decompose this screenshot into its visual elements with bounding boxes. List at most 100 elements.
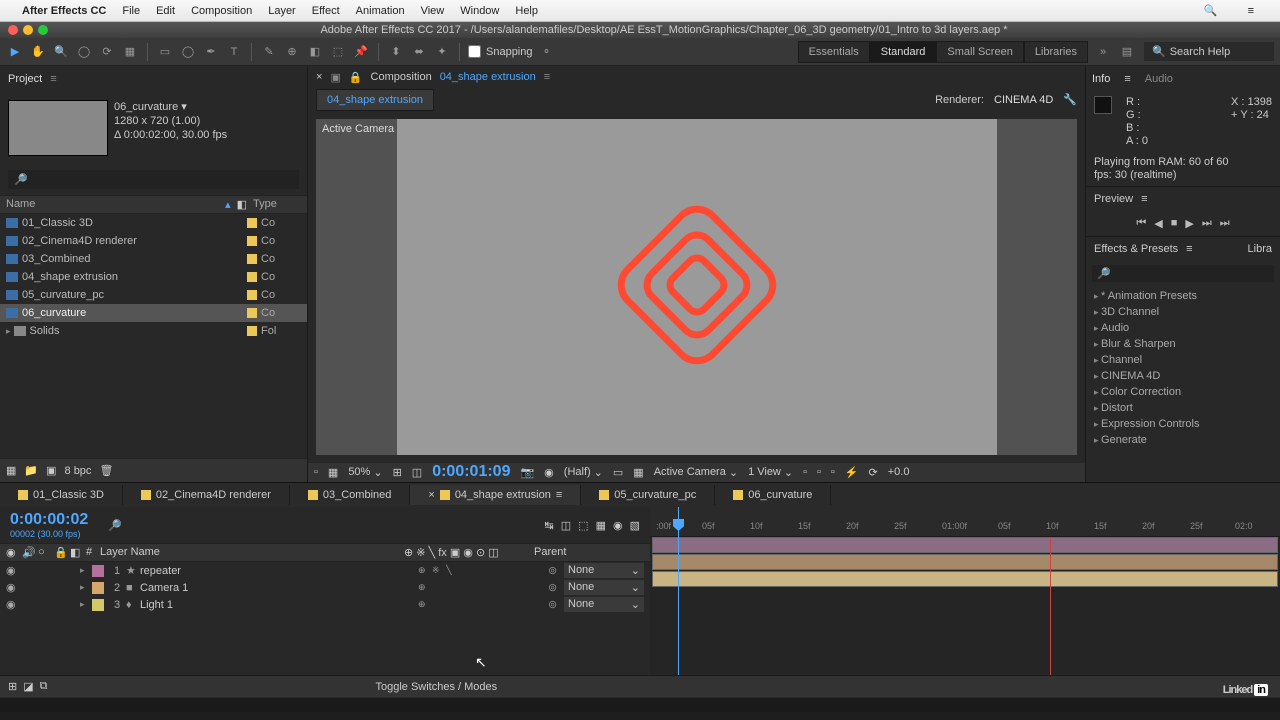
zoom-dropdown[interactable]: 50%⌄ <box>348 466 382 479</box>
zoom-tool[interactable]: 🔍 <box>52 43 70 61</box>
parent-dropdown[interactable]: None⌄ <box>564 597 644 612</box>
selection-tool[interactable]: ▶ <box>6 43 24 61</box>
ellipse-tool[interactable]: ◯ <box>179 43 197 61</box>
sort-indicator-icon[interactable]: ▴ <box>225 198 231 211</box>
timeline-layer-row[interactable]: ◉▸ 1 ★ repeater ⊕ ※ ╲ ⊚ None⌄ <box>0 562 650 579</box>
exposure-value[interactable]: +0.0 <box>888 466 910 478</box>
workspace-standard[interactable]: Standard <box>870 41 937 63</box>
pixel-aspect-icon[interactable]: ▫ <box>831 466 835 478</box>
effect-category[interactable]: Audio <box>1086 320 1280 336</box>
eye-col-icon[interactable]: ◉ <box>6 546 22 559</box>
res-grid-icon[interactable]: ⊞ <box>393 466 402 479</box>
time-ruler[interactable]: :00f 05f 10f 15f 20f 25f 01:00f 05f 10f … <box>650 507 1280 537</box>
timeline-timecode[interactable]: 0:00:00:02 <box>10 511 88 529</box>
transparency-icon[interactable]: ▦ <box>633 466 643 479</box>
snapshot-icon[interactable]: 📷 <box>520 466 534 479</box>
parent-dropdown[interactable]: None⌄ <box>564 563 644 578</box>
project-tab[interactable]: Project <box>8 73 42 85</box>
layer-bar[interactable] <box>652 571 1278 587</box>
menu-window[interactable]: Window <box>460 5 499 17</box>
lock-icon[interactable]: 🔒 <box>349 71 363 84</box>
timeline-tab[interactable]: 02_Cinema4D renderer <box>123 485 290 505</box>
project-item[interactable]: 01_Classic 3DCo <box>0 214 307 232</box>
draft-3d-icon[interactable]: ◫ <box>561 519 571 532</box>
label-col-icon[interactable]: ◧ <box>70 546 86 559</box>
bpc-button[interactable]: 8 bpc <box>65 465 92 477</box>
project-item-folder[interactable]: ▸SolidsFol <box>0 322 307 340</box>
comp-mini-flowchart-icon[interactable]: ↹ <box>545 519 554 532</box>
timeline-layer-row[interactable]: ◉▸ 3 ♦ Light 1 ⊕ ⊚ None⌄ <box>0 596 650 613</box>
solo-col-icon[interactable]: ○ <box>38 546 54 559</box>
new-comp-icon[interactable]: ▣ <box>46 464 56 477</box>
menu-extras-icon[interactable]: ≡ <box>1248 5 1254 17</box>
info-panel-menu-icon[interactable]: ≡ <box>1124 73 1130 85</box>
pickwhip-icon[interactable]: ⊚ <box>548 598 564 611</box>
timeline-search-icon[interactable]: 🔎 <box>108 519 122 532</box>
type-tool[interactable]: T <box>225 43 243 61</box>
effect-category[interactable]: Distort <box>1086 400 1280 416</box>
lock-col-icon[interactable]: 🔒 <box>54 546 70 559</box>
composition-viewport[interactable]: Active Camera <box>316 119 1077 455</box>
camera-tool[interactable]: ▦ <box>121 43 139 61</box>
views-dropdown[interactable]: 1 View⌄ <box>748 466 793 479</box>
visibility-toggle[interactable]: ◉ <box>6 598 22 611</box>
project-search-input[interactable]: 🔎 <box>8 170 299 189</box>
menu-layer[interactable]: Layer <box>268 5 296 17</box>
effect-category[interactable]: CINEMA 4D <box>1086 368 1280 384</box>
roi-icon[interactable]: ▭ <box>613 466 623 479</box>
info-tab[interactable]: Info <box>1092 73 1110 85</box>
menu-animation[interactable]: Animation <box>356 5 405 17</box>
timeline-track-area[interactable]: :00f 05f 10f 15f 20f 25f 01:00f 05f 10f … <box>650 507 1280 675</box>
menu-help[interactable]: Help <box>515 5 538 17</box>
workspace-libraries[interactable]: Libraries <box>1024 41 1088 63</box>
hide-shy-icon[interactable]: ⬚ <box>578 519 588 532</box>
timeline-icon[interactable]: ⟳ <box>869 466 878 479</box>
effect-category[interactable]: Channel <box>1086 352 1280 368</box>
camera-dropdown[interactable]: Active Camera⌄ <box>654 466 738 479</box>
visibility-toggle[interactable]: ◉ <box>6 581 22 594</box>
workspace-essentials[interactable]: Essentials <box>798 41 870 63</box>
menu-view[interactable]: View <box>421 5 445 17</box>
rect-tool[interactable]: ▭ <box>156 43 174 61</box>
project-item[interactable]: 03_CombinedCo <box>0 250 307 268</box>
menu-effect[interactable]: Effect <box>312 5 340 17</box>
spotlight-icon[interactable]: 🔍 <box>1204 4 1218 17</box>
label-color[interactable] <box>92 599 104 611</box>
view-opt-2-icon[interactable]: ▫ <box>817 466 821 478</box>
axis-world-icon[interactable]: ⬌ <box>410 43 428 61</box>
comp-nav-icon[interactable]: ▣ <box>330 71 340 84</box>
effect-category[interactable]: Color Correction <box>1086 384 1280 400</box>
layer-bar[interactable] <box>652 537 1278 553</box>
prev-frame-button[interactable]: ◀ <box>1154 217 1162 230</box>
comp-panel-menu-icon[interactable]: ≡ <box>544 71 550 83</box>
effect-category[interactable]: Generate <box>1086 432 1280 448</box>
project-item[interactable]: 02_Cinema4D rendererCo <box>0 232 307 250</box>
toggle-switches-modes-button[interactable]: Toggle Switches / Modes <box>375 681 497 693</box>
close-tab-icon[interactable]: × <box>316 71 322 83</box>
motion-blur-icon[interactable]: ◉ <box>613 519 623 532</box>
timeline-tab[interactable]: 05_curvature_pc <box>581 485 715 505</box>
delete-icon[interactable]: 🗑 <box>99 464 113 477</box>
close-window-button[interactable] <box>8 25 18 35</box>
last-frame-button[interactable]: ⏭ <box>1220 217 1230 230</box>
new-folder-icon[interactable]: 📁 <box>24 464 38 477</box>
layer-name-col[interactable]: Layer Name <box>100 546 404 559</box>
comp-subtab[interactable]: 04_shape extrusion <box>316 89 434 111</box>
comp-name[interactable]: 04_shape extrusion <box>440 71 536 83</box>
menu-edit[interactable]: Edit <box>156 5 175 17</box>
stop-button[interactable]: ■ <box>1171 217 1178 230</box>
next-frame-button[interactable]: ⏭ <box>1202 217 1212 230</box>
project-col-name[interactable]: Name <box>6 198 225 211</box>
project-item[interactable]: 04_shape extrusionCo <box>0 268 307 286</box>
menu-composition[interactable]: Composition <box>191 5 252 17</box>
fast-preview-icon[interactable]: ⚡ <box>845 466 859 479</box>
snap-opt-icon[interactable]: ⚬ <box>538 43 556 61</box>
eraser-tool[interactable]: ◧ <box>306 43 324 61</box>
first-frame-button[interactable]: ⏮ <box>1136 217 1146 230</box>
label-col-icon[interactable]: ◧ <box>237 198 247 211</box>
timeline-layer-row[interactable]: ◉▸ 2 ■ Camera 1 ⊕ ⊚ None⌄ <box>0 579 650 596</box>
roto-tool[interactable]: ⬚ <box>329 43 347 61</box>
pen-tool[interactable]: ✒ <box>202 43 220 61</box>
orbit-tool[interactable]: ◯ <box>75 43 93 61</box>
toggle-switches-icon[interactable]: ⊞ <box>8 680 17 693</box>
